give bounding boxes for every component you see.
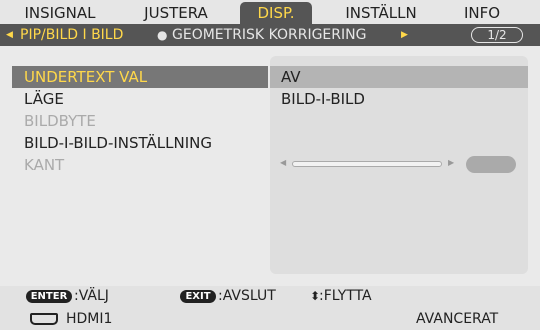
slider-left-arrow-icon: ◀ (280, 158, 287, 167)
subnav-item-pip[interactable]: PIP/BILD I BILD (20, 24, 123, 46)
menu-item-kant: KANT (24, 156, 65, 174)
value-lage[interactable]: BILD-I-BILD (281, 88, 365, 110)
kant-value-box (466, 156, 516, 173)
menu-item-bild-i-bild-installning[interactable]: BILD-I-BILD-INSTÄLLNING (24, 132, 212, 154)
sub-nav-bar: ◀ PIP/BILD I BILD ● GEOMETRISK KORRIGERI… (0, 24, 540, 46)
subnav-item-geometrisk[interactable]: GEOMETRISK KORRIGERING (172, 24, 366, 46)
page-indicator: 1/2 (471, 27, 523, 43)
input-source-label: HDMI1 (66, 311, 113, 327)
tab-disp[interactable]: DISP. (240, 2, 312, 24)
menu-level-label: AVANCERAT (416, 311, 499, 327)
move-action-label: :FLYTTA (319, 288, 372, 304)
tab-info[interactable]: INFO (450, 2, 514, 24)
menu-item-lage[interactable]: LÄGE (24, 88, 64, 110)
selected-value-highlight (270, 66, 528, 88)
kant-slider-track (292, 161, 442, 167)
tab-justera[interactable]: JUSTERA (124, 2, 228, 24)
tab-installn[interactable]: INSTÄLLN (326, 2, 436, 24)
menu-item-undertext-val[interactable]: UNDERTEXT VAL (24, 66, 147, 88)
hdmi-port-icon (30, 313, 58, 325)
tab-insignal[interactable]: INSIGNAL (10, 2, 110, 24)
menu-item-bildbyte: BILDBYTE (24, 112, 96, 130)
exit-action-label: :AVSLUT (218, 288, 276, 304)
enter-action-label: :VÄLJ (74, 288, 109, 304)
enter-key-badge: ENTER (26, 290, 72, 303)
value-undertext-val[interactable]: AV (281, 66, 301, 88)
triangle-right-icon[interactable]: ▶ (401, 24, 408, 46)
exit-key-badge: EXIT (180, 290, 216, 303)
triangle-left-icon[interactable]: ◀ (6, 24, 13, 46)
main-tab-bar: INSIGNAL JUSTERA DISP. INSTÄLLN INFO (0, 0, 540, 24)
slider-right-arrow-icon: ▶ (448, 158, 455, 167)
subnav-separator: ● (157, 28, 168, 42)
